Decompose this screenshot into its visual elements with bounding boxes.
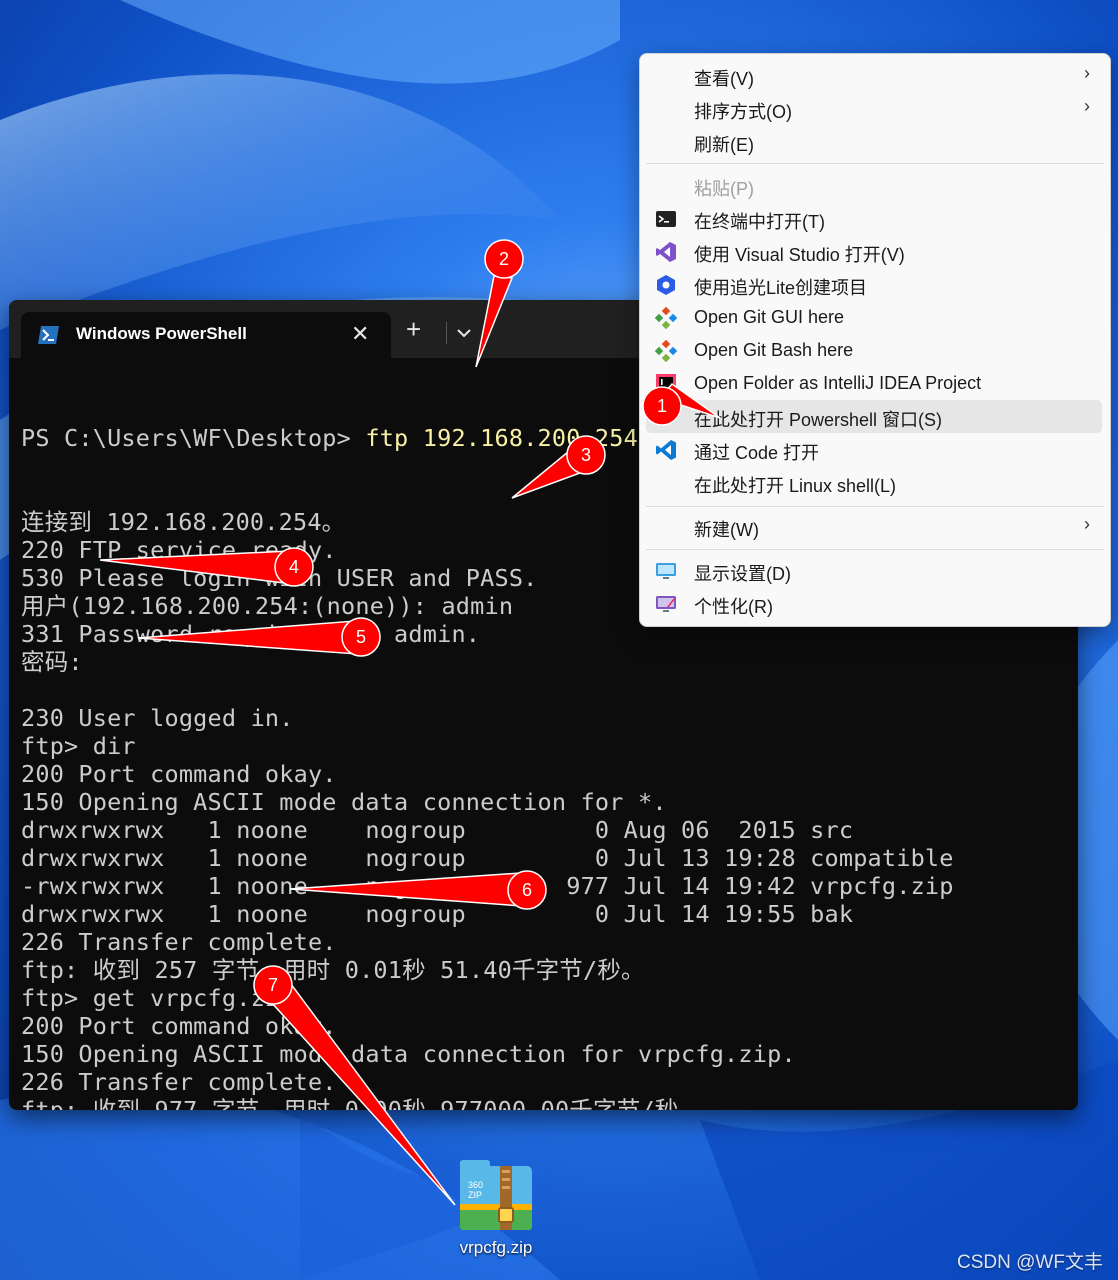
terminal-line: drwxrwxrwx 1 noone nogroup 0 Jul 13 19:2… (21, 844, 954, 872)
terminal-line: ftp: 收到 977 字节，用时 0.00秒 977000.00千字节/秒。 (21, 1096, 703, 1110)
menu-item-label: Open Git Bash here (694, 340, 854, 360)
visual-studio-icon (656, 242, 676, 262)
menu-item-git-gui[interactable]: Open Git GUI here (646, 301, 1102, 334)
submenu-arrow-icon: › (1084, 96, 1090, 116)
git-bash-icon (655, 340, 677, 362)
menu-item-label: 使用追光Lite创建项目 (694, 278, 868, 298)
zip-archive-icon: 360 ZIP (460, 1160, 532, 1230)
display-settings-icon (656, 563, 676, 579)
terminal-line: ftp> dir (21, 732, 136, 760)
menu-item-label: 显示设置(D) (694, 564, 791, 584)
terminal-line: 150 Opening ASCII mode data connection f… (21, 1040, 796, 1068)
ftp-command: ftp 192.168.200.254 (365, 424, 638, 452)
menu-item-label: 通过 Code 打开 (694, 443, 820, 463)
prompt-path: PS C:\Users\WF\Desktop> (21, 424, 366, 452)
menu-item-label: 使用 Visual Studio 打开(V) (694, 245, 905, 265)
menu-separator (646, 549, 1104, 550)
intellij-icon (656, 374, 676, 394)
menu-item-personalize[interactable]: 个性化(R) (646, 587, 1102, 620)
new-tab-button[interactable]: + (406, 316, 421, 342)
menu-item-label: 刷新(E) (694, 135, 754, 155)
desktop-file-label: vrpcfg.zip (459, 1238, 533, 1257)
menu-item-label: 在此处打开 Linux shell(L) (694, 476, 897, 496)
git-gui-icon (655, 307, 677, 329)
tab-title: Windows PowerShell (76, 324, 247, 343)
submenu-arrow-icon: › (1084, 514, 1090, 534)
menu-separator (646, 506, 1104, 507)
menu-item-open-powershell[interactable]: 在此处打开 Powershell 窗口(S) (646, 400, 1102, 433)
menu-item-view[interactable]: 查看(V) › (646, 59, 1102, 92)
menu-item-open-with-code[interactable]: 通过 Code 打开 (646, 433, 1102, 466)
menu-item-intellij[interactable]: Open Folder as IntelliJ IDEA Project (646, 367, 1102, 400)
terminal-icon (656, 211, 676, 227)
menu-item-label: 个性化(R) (694, 597, 773, 617)
menu-item-new[interactable]: 新建(W) › (646, 510, 1102, 543)
csdn-watermark: CSDN @WF文丰 (957, 1252, 1103, 1273)
terminal-line: -rwxrwxrwx 1 noone nogroup 977 Jul 14 19… (21, 872, 954, 900)
powershell-icon (38, 326, 59, 344)
terminal-line: drwxrwxrwx 1 noone nogroup 0 Aug 06 2015… (21, 816, 854, 844)
vscode-icon (656, 440, 676, 460)
menu-item-label: 粘贴(P) (694, 179, 754, 199)
submenu-arrow-icon: › (1084, 63, 1090, 83)
terminal-line: drwxrwxrwx 1 noone nogroup 0 Jul 14 19:5… (21, 900, 854, 928)
zip-badge-bottom: ZIP (468, 1190, 482, 1200)
terminal-line: ftp: 收到 257 字节，用时 0.01秒 51.40千字节/秒。 (21, 956, 645, 984)
menu-item-zhuiguang[interactable]: 使用追光Lite创建项目 (646, 268, 1102, 301)
terminal-line: 150 Opening ASCII mode data connection f… (21, 788, 667, 816)
menu-item-open-in-terminal[interactable]: 在终端中打开(T) (646, 202, 1102, 235)
menu-item-label: 在终端中打开(T) (694, 212, 825, 232)
desktop-file-vrpcfg-zip[interactable]: 360 ZIP vrpcfg.zip (452, 1158, 542, 1268)
tab-windows-powershell[interactable]: Windows PowerShell ✕ (21, 312, 391, 358)
terminal-line: 200 Port command okay. (21, 1012, 337, 1040)
desktop-context-menu[interactable]: 查看(V) › 排序方式(O) › 刷新(E) 粘贴(P) 在终端中打开(T) … (639, 53, 1111, 627)
terminal-line: 200 Port command okay. (21, 760, 337, 788)
terminal-line: 226 Transfer complete. (21, 1068, 337, 1096)
menu-separator (646, 163, 1104, 164)
menu-item-label: 排序方式(O) (694, 102, 792, 122)
menu-item-label: Open Git GUI here (694, 307, 845, 327)
terminal-line: 230 User logged in. (21, 704, 294, 732)
zhuiguang-icon (657, 275, 675, 295)
personalize-icon (656, 596, 676, 612)
terminal-line: 226 Transfer complete. (21, 928, 337, 956)
menu-item-sort[interactable]: 排序方式(O) › (646, 92, 1102, 125)
terminal-line: ftp> get vrpcfg.zip (21, 984, 294, 1012)
menu-item-linux-shell[interactable]: 在此处打开 Linux shell(L) (646, 466, 1102, 499)
titlebar-divider (446, 322, 447, 344)
menu-item-refresh[interactable]: 刷新(E) (646, 125, 1102, 158)
menu-item-open-visual-studio[interactable]: 使用 Visual Studio 打开(V) (646, 235, 1102, 268)
menu-item-paste: 粘贴(P) (646, 169, 1102, 202)
menu-item-label: 新建(W) (694, 520, 759, 540)
menu-item-git-bash[interactable]: Open Git Bash here (646, 334, 1102, 367)
menu-item-label: 在此处打开 Powershell 窗口(S) (694, 410, 943, 430)
menu-item-display-settings[interactable]: 显示设置(D) (646, 554, 1102, 587)
terminal-line: 密码: (21, 648, 83, 676)
menu-item-label: 查看(V) (694, 69, 754, 89)
chevron-down-icon[interactable] (453, 322, 475, 344)
menu-item-label: Open Folder as IntelliJ IDEA Project (694, 373, 982, 393)
close-tab-icon[interactable]: ✕ (351, 321, 369, 347)
zip-badge-top: 360 (468, 1180, 483, 1190)
